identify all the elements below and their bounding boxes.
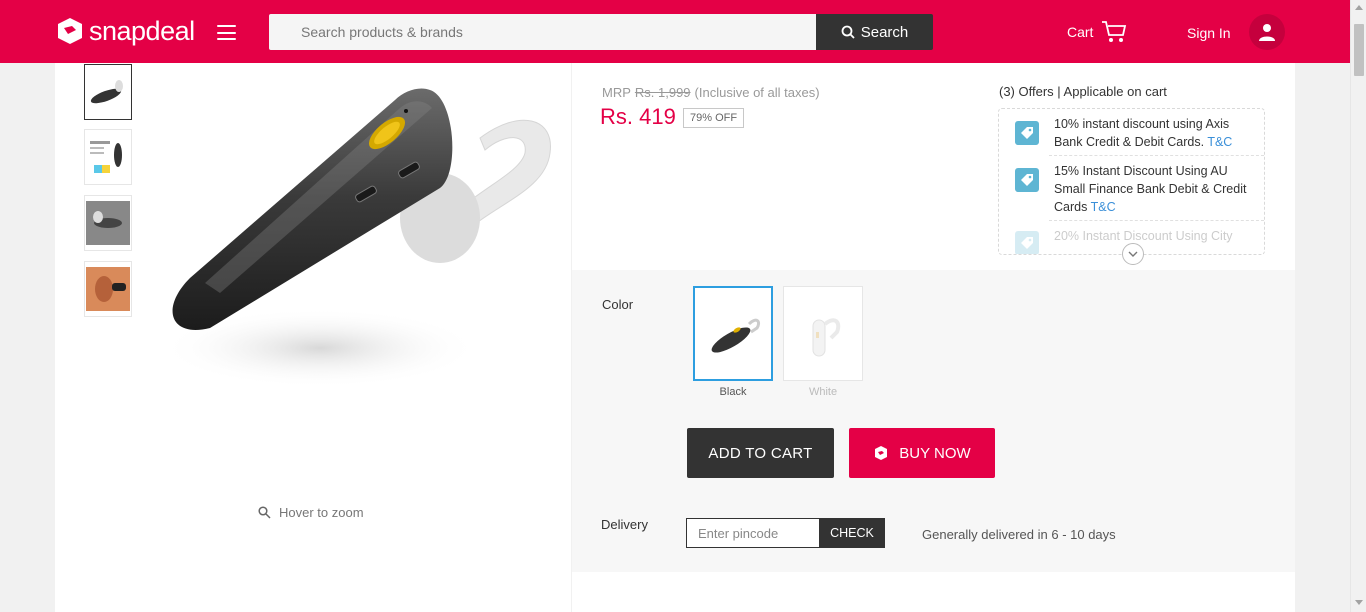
buy-now-button[interactable]: BUY NOW bbox=[849, 428, 995, 478]
thumbnail-product-info[interactable] bbox=[84, 129, 132, 185]
tc-link[interactable]: T&C bbox=[1091, 200, 1116, 214]
snapdeal-logo-icon bbox=[875, 446, 888, 460]
search-input[interactable] bbox=[269, 14, 817, 50]
mrp-value: Rs. 1,999 bbox=[634, 85, 691, 100]
offers-title: (3) Offers | Applicable on cart bbox=[999, 84, 1167, 99]
offer-tag-icon bbox=[1015, 121, 1039, 145]
black-headset-swatch-icon bbox=[711, 318, 761, 353]
zoom-hint-text: Hover to zoom bbox=[279, 505, 364, 520]
snapdeal-logo-icon bbox=[58, 18, 82, 44]
offer-item-city: 20% Instant Discount Using City bbox=[1054, 229, 1233, 243]
user-avatar[interactable] bbox=[1249, 14, 1285, 50]
search-icon bbox=[841, 25, 855, 39]
cart-button[interactable]: Cart bbox=[1067, 20, 1127, 44]
page-scrollbar[interactable] bbox=[1350, 0, 1366, 612]
tc-link[interactable]: T&C bbox=[1207, 135, 1232, 149]
mrp-row: MRP Rs. 1,999 (Inclusive of all taxes) bbox=[602, 85, 820, 100]
user-icon bbox=[1259, 24, 1275, 41]
selling-price: Rs. 419 bbox=[600, 104, 676, 129]
delivery-label: Delivery bbox=[601, 517, 648, 532]
buy-now-label: BUY NOW bbox=[899, 444, 971, 462]
white-headset-swatch-icon bbox=[812, 317, 841, 356]
product-main-image[interactable] bbox=[150, 78, 560, 428]
snapdeal-logo[interactable]: snapdeal bbox=[55, 16, 195, 46]
scroll-down-arrow[interactable] bbox=[1355, 600, 1363, 605]
chevron-down-icon bbox=[1128, 251, 1138, 257]
top-header: snapdeal Search Cart Sign In bbox=[0, 0, 1350, 63]
offer-item-axis: 10% instant discount using Axis Bank Cre… bbox=[1054, 117, 1233, 149]
color-name-black: Black bbox=[719, 386, 747, 398]
headset-thumbnail-icon bbox=[90, 80, 123, 104]
add-to-cart-button[interactable]: ADD TO CART bbox=[687, 428, 834, 478]
thumbnail-headset-grey[interactable] bbox=[84, 195, 132, 251]
check-pincode-button[interactable]: CHECK bbox=[819, 518, 885, 548]
offer-tag-icon bbox=[1015, 231, 1039, 254]
tax-note: (Inclusive of all taxes) bbox=[694, 85, 820, 100]
zoom-hint: Hover to zoom bbox=[258, 505, 364, 520]
pincode-input[interactable] bbox=[686, 518, 819, 548]
more-offers-button[interactable] bbox=[1122, 243, 1144, 265]
color-label: Color bbox=[602, 297, 634, 312]
offer-divider bbox=[1049, 155, 1264, 156]
scroll-thumb[interactable] bbox=[1354, 24, 1364, 76]
signin-link[interactable]: Sign In bbox=[1187, 25, 1231, 41]
offers-list: 10% instant discount using Axis Bank Cre… bbox=[998, 108, 1265, 255]
cart-label: Cart bbox=[1067, 24, 1094, 40]
offer-tag-icon bbox=[1015, 168, 1039, 192]
menu-icon[interactable] bbox=[217, 25, 236, 40]
search-button[interactable]: Search bbox=[816, 14, 933, 50]
delivery-info: Generally delivered in 6 - 10 days bbox=[922, 527, 1116, 542]
offer-divider bbox=[1049, 220, 1264, 221]
grey-headset-thumbnail-icon bbox=[86, 201, 130, 245]
mrp-label: MRP bbox=[602, 85, 631, 100]
magnifier-icon bbox=[258, 506, 271, 519]
discount-badge: 79% OFF bbox=[683, 108, 745, 128]
thumbnail-headset-black[interactable] bbox=[84, 64, 132, 120]
color-option-black[interactable] bbox=[693, 286, 773, 381]
thumbnail-ear-worn[interactable] bbox=[84, 261, 132, 317]
logo-text: snapdeal bbox=[89, 16, 195, 46]
color-name-white: White bbox=[808, 386, 838, 398]
info-card-thumbnail-icon bbox=[90, 141, 122, 173]
search-button-label: Search bbox=[860, 23, 909, 41]
scroll-up-arrow[interactable] bbox=[1355, 5, 1363, 10]
cart-icon bbox=[1102, 21, 1127, 42]
color-option-white[interactable] bbox=[783, 286, 863, 381]
offer-item-au: 15% Instant Discount Using AU Small Fina… bbox=[1054, 164, 1247, 214]
ear-thumbnail-icon bbox=[86, 267, 130, 311]
